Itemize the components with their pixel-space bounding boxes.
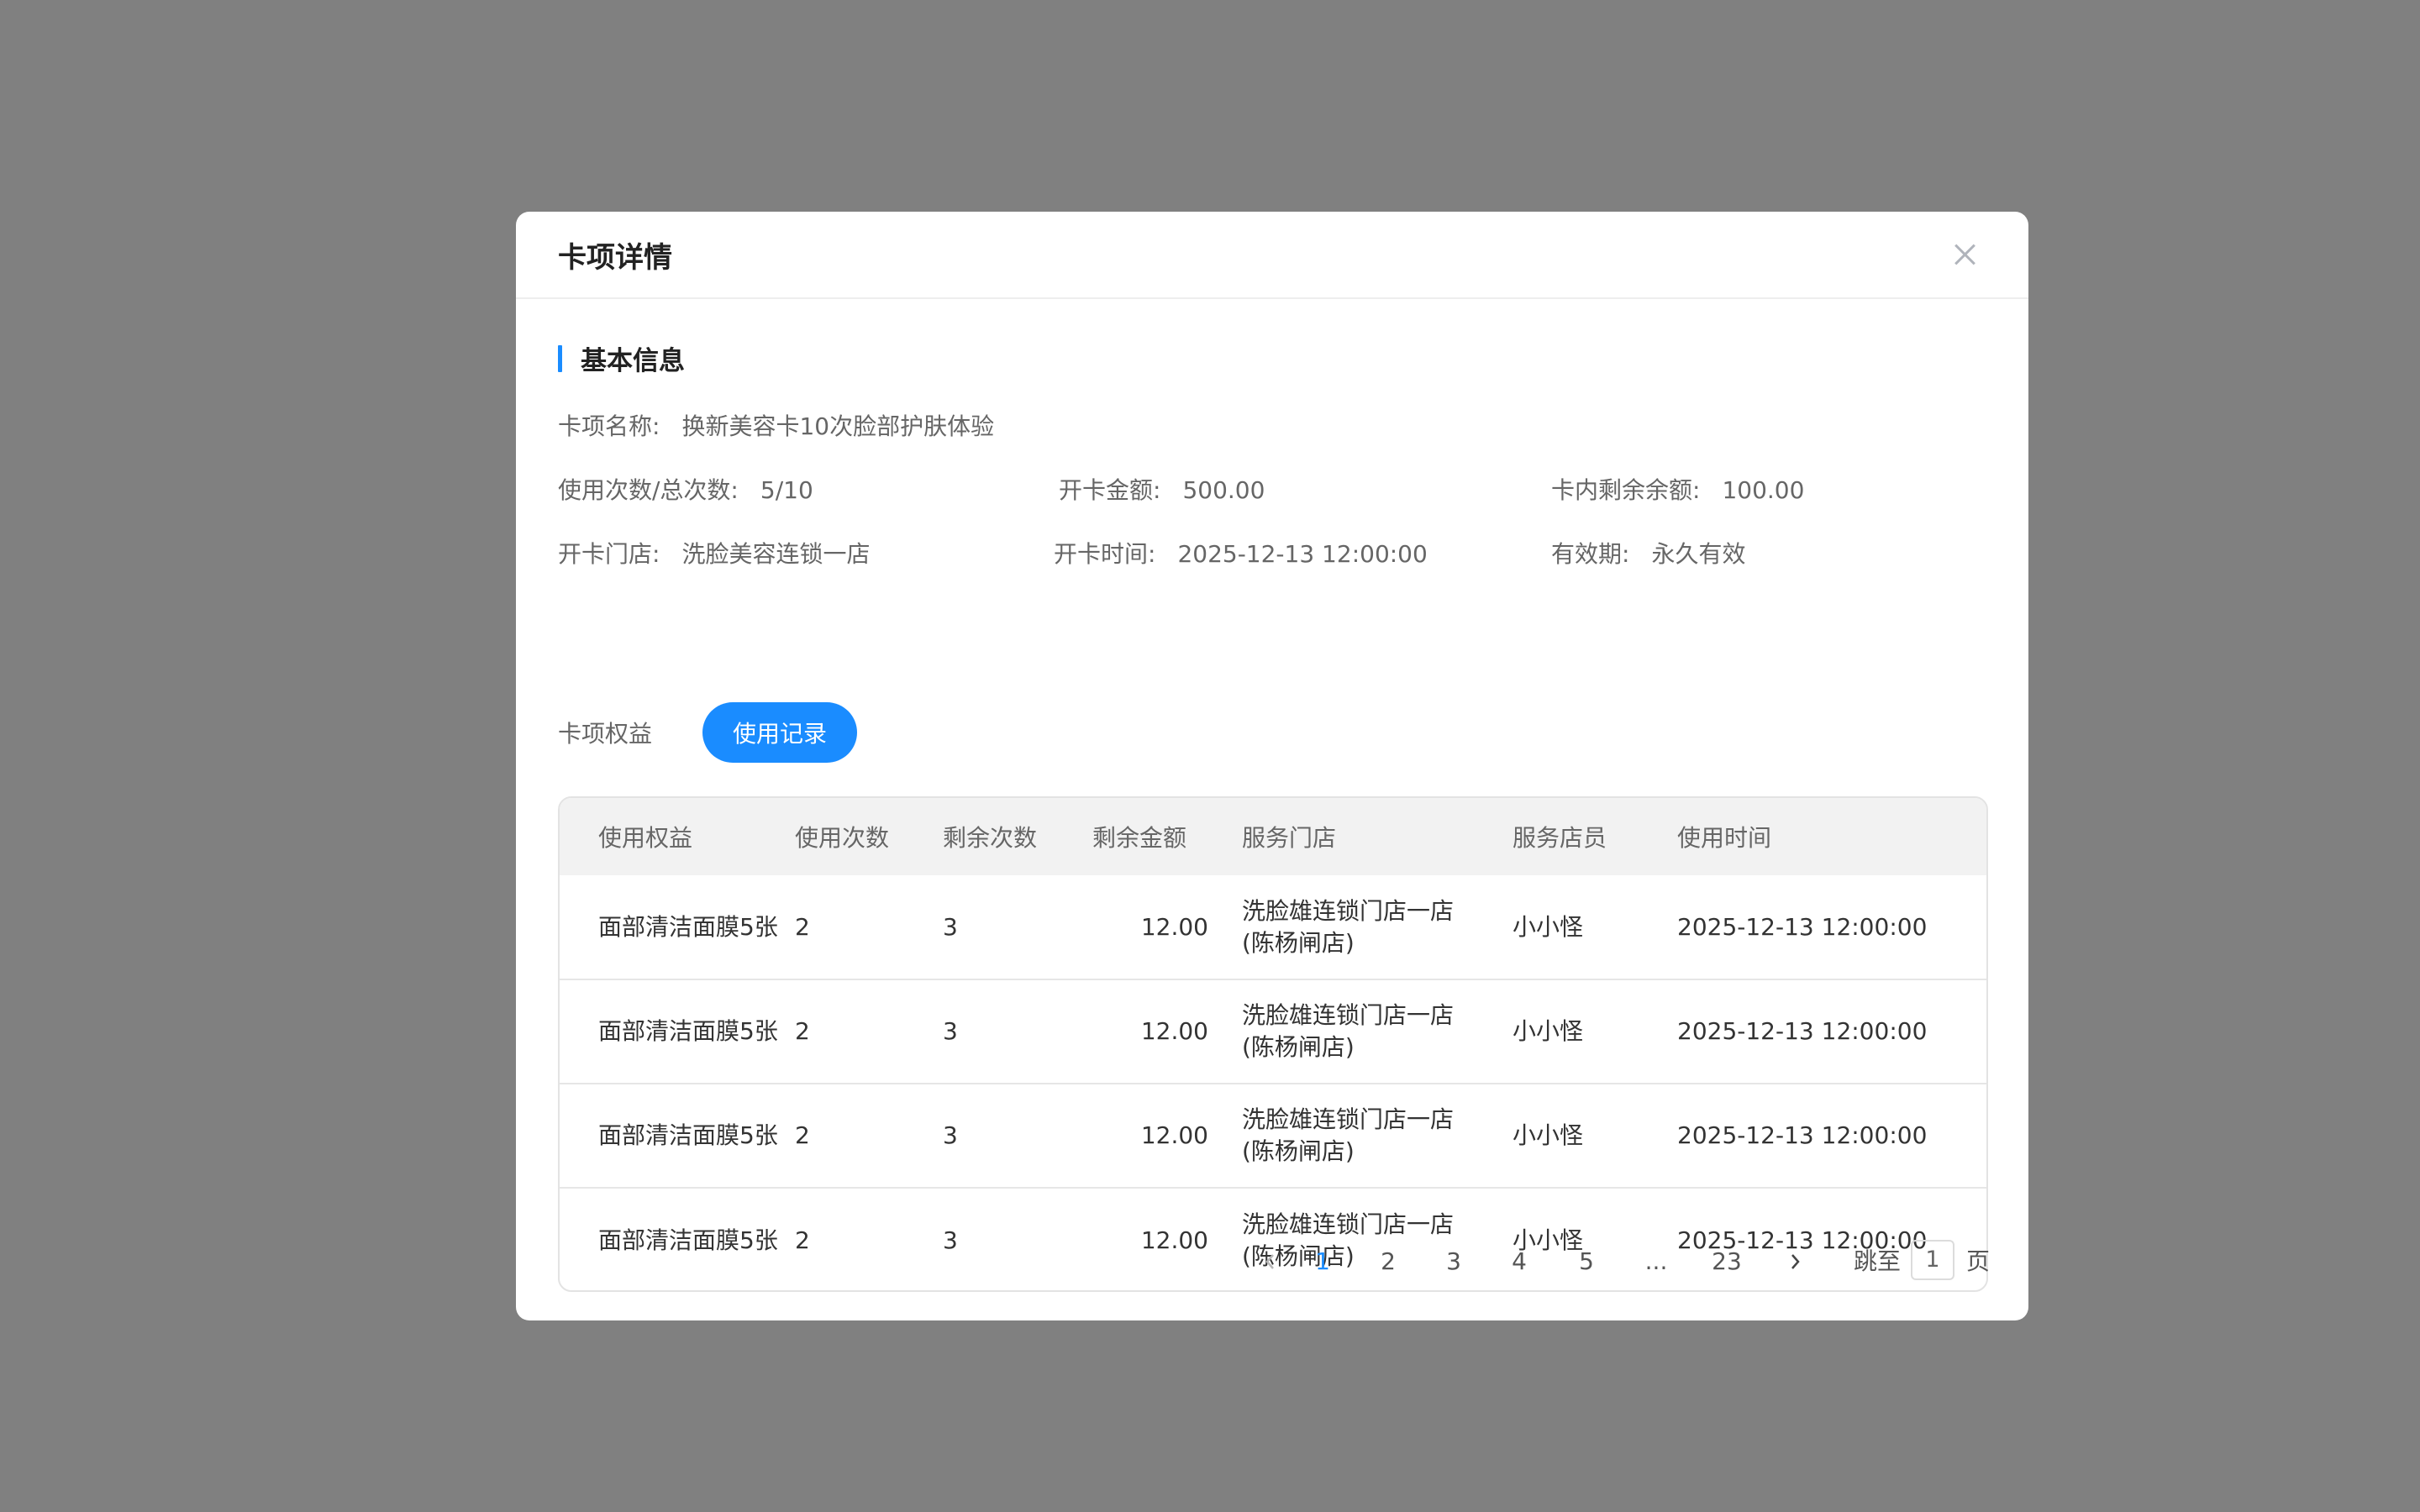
- modal-header: 卡项详情: [516, 212, 2028, 299]
- pagination: 1 2 3 4 5 ... 23 跳至 1 页: [516, 1238, 2028, 1285]
- table-row: 面部清洁面膜5张 2 3 12.00 洗脸雄连锁门店一店 (陈杨闸店) 小小怪 2…: [560, 1084, 1986, 1188]
- cell-remain: 3: [943, 1017, 958, 1045]
- prev-page-icon[interactable]: [1262, 1252, 1279, 1269]
- page-ellipsis[interactable]: ...: [1635, 1238, 1677, 1285]
- store-line: 洗脸雄连锁门店一店: [1242, 1105, 1455, 1133]
- cell-amount: 12.00: [1140, 1017, 1208, 1045]
- column-header-store: 服务门店: [1242, 824, 1337, 852]
- cell-right: 面部清洁面膜5张: [598, 1121, 778, 1149]
- cell-used: 2: [795, 912, 810, 941]
- info-label: 卡项名称:: [558, 412, 660, 440]
- detail-tabs: 卡项权益 使用记录: [558, 702, 858, 763]
- page-item[interactable]: 23: [1706, 1238, 1748, 1285]
- column-header-staff: 服务店员: [1512, 824, 1607, 852]
- column-header-remain: 剩余次数: [943, 824, 1038, 852]
- info-label: 开卡门店:: [558, 540, 660, 568]
- table-header-row: 使用权益 使用次数 剩余次数 剩余金额 服务门店 服务店员 使用时间: [560, 798, 1986, 875]
- info-value: 永久有效: [1651, 540, 1746, 568]
- cell-store: 洗脸雄连锁门店一店 (陈杨闸店): [1242, 1084, 1512, 1188]
- section-title-basic-info: 基本信息: [558, 339, 685, 377]
- info-label: 开卡时间:: [1054, 540, 1156, 568]
- info-label: 开卡金额:: [1059, 476, 1161, 504]
- info-open-store: 开卡门店: 洗脸美容连锁一店: [558, 536, 870, 570]
- store-line: (陈杨闸店): [1242, 1033, 1355, 1061]
- store-line: (陈杨闸店): [1242, 928, 1355, 957]
- jump-prefix: 跳至: [1853, 1247, 1901, 1275]
- info-open-amount: 开卡金额: 500.00: [1059, 472, 1265, 506]
- info-value: 500.00: [1182, 476, 1265, 504]
- section-accent-bar: [558, 344, 562, 372]
- cell-amount: 12.00: [1140, 1121, 1208, 1149]
- cell-staff: 小小怪: [1512, 912, 1584, 941]
- modal-title: 卡项详情: [558, 240, 672, 275]
- tab-usage-records[interactable]: 使用记录: [702, 702, 858, 763]
- info-validity: 有效期: 永久有效: [1551, 536, 1745, 570]
- info-open-time: 开卡时间: 2025-12-13 12:00:00: [1054, 536, 1428, 570]
- usage-records-table: 使用权益 使用次数 剩余次数 剩余金额 服务门店 服务店员 使用时间 面部清洁面…: [558, 796, 1988, 1292]
- cell-used: 2: [795, 1121, 810, 1149]
- cell-used: 2: [795, 1017, 810, 1045]
- cell-staff: 小小怪: [1512, 1121, 1584, 1149]
- store-line: 洗脸雄连锁门店一店: [1242, 1001, 1455, 1029]
- page-item[interactable]: 4: [1502, 1238, 1536, 1285]
- info-label: 卡内剩余余额:: [1551, 476, 1701, 504]
- next-page-icon[interactable]: [1786, 1252, 1803, 1269]
- store-line: 洗脸雄连锁门店一店: [1242, 1210, 1455, 1238]
- tab-card-rights[interactable]: 卡项权益: [558, 716, 652, 749]
- column-header-right: 使用权益: [598, 824, 693, 852]
- cell-right: 面部清洁面膜5张: [598, 912, 778, 941]
- cell-amount: 12.00: [1140, 912, 1208, 941]
- info-usage: 使用次数/总次数: 5/10: [558, 472, 813, 506]
- table-row: 面部清洁面膜5张 2 3 12.00 洗脸雄连锁门店一店 (陈杨闸店) 小小怪 2…: [560, 979, 1986, 1084]
- page-item[interactable]: 1: [1306, 1238, 1339, 1285]
- jump-suffix: 页: [1965, 1247, 1990, 1275]
- info-value: 换新美容卡10次脸部护肤体验: [681, 412, 995, 440]
- info-card-name: 卡项名称: 换新美容卡10次脸部护肤体验: [558, 408, 994, 442]
- cell-store: 洗脸雄连锁门店一店 (陈杨闸店): [1242, 979, 1512, 1084]
- store-line: (陈杨闸店): [1242, 1137, 1355, 1165]
- page-item[interactable]: 3: [1437, 1238, 1470, 1285]
- info-label: 使用次数/总次数:: [558, 476, 739, 504]
- column-header-used: 使用次数: [795, 824, 890, 852]
- cell-staff: 小小怪: [1512, 1017, 1584, 1045]
- cell-time: 2025-12-13 12:00:00: [1677, 1121, 1928, 1149]
- table-row: 面部清洁面膜5张 2 3 12.00 洗脸雄连锁门店一店 (陈杨闸店) 小小怪 2…: [560, 875, 1986, 979]
- info-value: 2025-12-13 12:00:00: [1177, 540, 1428, 568]
- cell-time: 2025-12-13 12:00:00: [1677, 912, 1928, 941]
- cell-right: 面部清洁面膜5张: [598, 1017, 778, 1045]
- page-item[interactable]: 2: [1371, 1238, 1405, 1285]
- cell-remain: 3: [943, 1121, 958, 1149]
- column-header-amount: 剩余金额: [1092, 824, 1187, 852]
- close-icon[interactable]: [1949, 239, 1980, 270]
- info-value: 100.00: [1722, 476, 1805, 504]
- page-item[interactable]: 5: [1570, 1238, 1603, 1285]
- cell-time: 2025-12-13 12:00:00: [1677, 1017, 1928, 1045]
- section-title-text: 基本信息: [581, 346, 685, 376]
- page-jump-input[interactable]: 1: [1911, 1240, 1954, 1280]
- info-value: 洗脸美容连锁一店: [681, 540, 871, 568]
- info-value: 5/10: [760, 476, 813, 504]
- info-label: 有效期:: [1551, 540, 1630, 568]
- card-detail-modal: 卡项详情 基本信息 卡项名称: 换新美容卡10次脸部护肤体验 使用次数/总次数: 5…: [516, 212, 2028, 1320]
- cell-remain: 3: [943, 912, 958, 941]
- store-line: 洗脸雄连锁门店一店: [1242, 896, 1455, 925]
- cell-store: 洗脸雄连锁门店一店 (陈杨闸店): [1242, 875, 1512, 979]
- column-header-time: 使用时间: [1677, 824, 1772, 852]
- info-remaining-amount: 卡内剩余余额: 100.00: [1551, 472, 1804, 506]
